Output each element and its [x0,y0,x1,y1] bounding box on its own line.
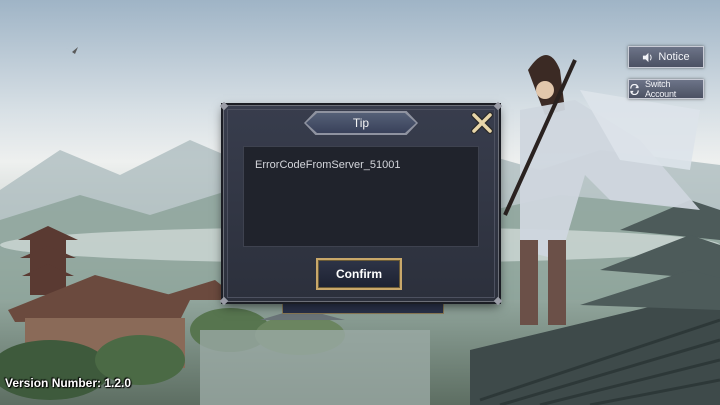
speaker-icon [643,52,653,62]
switch-account-button[interactable]: Switch Account [628,79,704,99]
tip-dialog: Tip ErrorCodeFromServer_51001 Confirm [219,101,503,306]
message-box: ErrorCodeFromServer_51001 [243,146,479,247]
switch-account-label: Switch Account [644,79,677,99]
confirm-button[interactable]: Confirm [316,258,402,290]
dialog-title: Tip [306,113,416,133]
version-number: Version Number: 1.2.0 [5,376,132,390]
close-button[interactable] [470,111,494,135]
close-icon [471,112,493,134]
notice-label: Notice [658,51,690,63]
switch-icon [630,83,639,95]
notice-button[interactable]: Notice [628,46,704,68]
error-message: ErrorCodeFromServer_51001 [255,159,401,171]
